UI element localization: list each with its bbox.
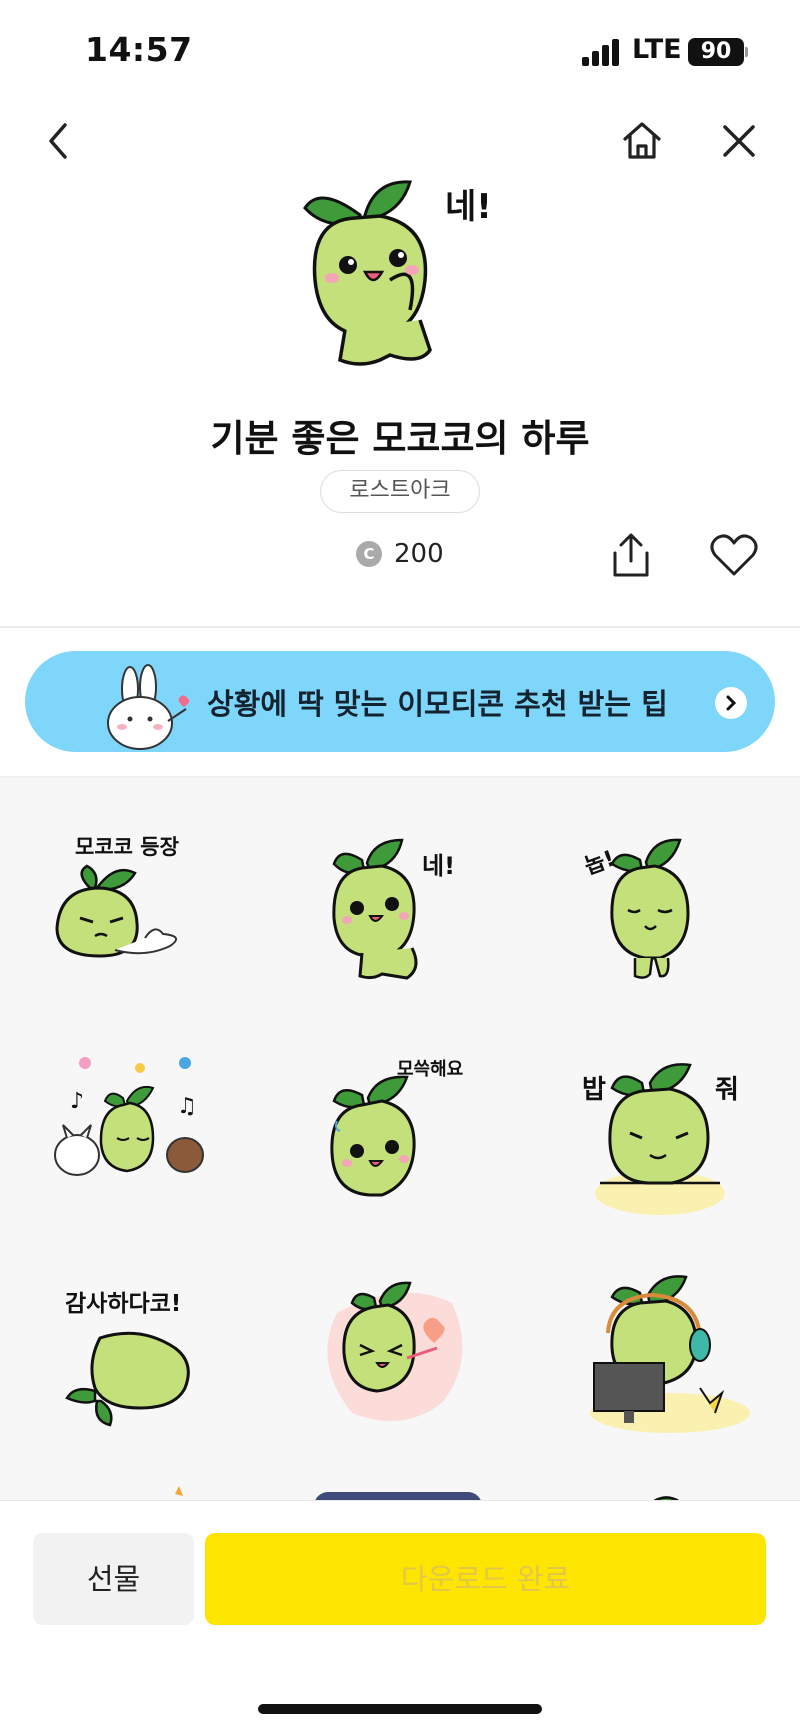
bunny-illustration xyxy=(107,664,190,750)
svg-text:♪: ♪ xyxy=(70,1089,84,1114)
chevron-left-icon xyxy=(49,123,67,159)
signal-icon xyxy=(582,38,622,66)
heart-icon xyxy=(710,534,758,576)
chevron-right-icon xyxy=(715,687,747,719)
home-icon xyxy=(623,122,661,159)
home-button[interactable] xyxy=(614,113,670,169)
sticker-grid: 모코코 등장 네! 놉! ♪ ♫ 모쓱해요 밥 줘 감사하다코! xyxy=(0,778,800,1500)
sticker-caption-left: 밥 xyxy=(582,1075,606,1105)
sticker-item[interactable] xyxy=(580,1263,760,1443)
author-chip[interactable]: 로스트아크 xyxy=(320,470,480,513)
battery-icon: 90 xyxy=(688,38,744,66)
sticker-caption: 모코코 등장 xyxy=(75,835,179,859)
network-label: LTE xyxy=(632,34,682,65)
sticker-item[interactable] xyxy=(312,1263,492,1443)
sticker-item[interactable] xyxy=(580,1484,760,1500)
sticker-item[interactable]: 네! xyxy=(312,818,492,998)
bottom-bar: 선물 다운로드 완료 xyxy=(0,1500,800,1731)
share-icon xyxy=(613,533,649,577)
close-icon xyxy=(723,125,755,157)
sticker-caption: 네! xyxy=(422,852,455,880)
back-button[interactable] xyxy=(30,113,86,169)
sticker-item[interactable]: ♪ ♫ xyxy=(45,1043,225,1223)
coin-icon: C xyxy=(356,541,382,567)
home-indicator xyxy=(258,1704,542,1714)
svg-text:♫: ♫ xyxy=(177,1094,197,1119)
status-time: 14:57 xyxy=(85,30,193,69)
tip-banner[interactable]: 상황에 딱 맞는 이모티콘 추천 받는 팁 xyxy=(25,651,775,752)
share-button[interactable] xyxy=(603,527,659,583)
sticker-item[interactable] xyxy=(312,1484,492,1500)
close-button[interactable] xyxy=(711,113,767,169)
price: C 200 xyxy=(356,536,444,572)
price-value: 200 xyxy=(394,539,444,569)
sticker-item[interactable] xyxy=(45,1484,225,1500)
sticker-item[interactable]: 감사하다코! xyxy=(45,1263,225,1443)
sticker-item[interactable]: 놉! xyxy=(580,818,760,998)
sticker-item[interactable]: 밥 줘 xyxy=(580,1043,760,1223)
battery-tip xyxy=(745,47,748,57)
sticker-item[interactable]: 모코코 등장 xyxy=(45,818,225,998)
like-button[interactable] xyxy=(706,527,762,583)
gift-button[interactable]: 선물 xyxy=(33,1533,194,1625)
sticker-item[interactable]: 모쓱해요 xyxy=(312,1043,492,1223)
hero-caption: 네! xyxy=(445,187,492,227)
hero-sticker: 네! xyxy=(280,170,520,380)
banner-text: 상황에 딱 맞는 이모티콘 추천 받는 팁 xyxy=(207,687,668,721)
sticker-caption: 감사하다코! xyxy=(65,1291,181,1317)
download-button[interactable]: 다운로드 완료 xyxy=(205,1533,766,1625)
divider xyxy=(0,626,800,628)
status-bar: 14:57 LTE 90 xyxy=(0,0,800,100)
page-title: 기분 좋은 모코코의 하루 xyxy=(210,417,590,460)
sticker-caption-right: 줘 xyxy=(715,1075,739,1105)
